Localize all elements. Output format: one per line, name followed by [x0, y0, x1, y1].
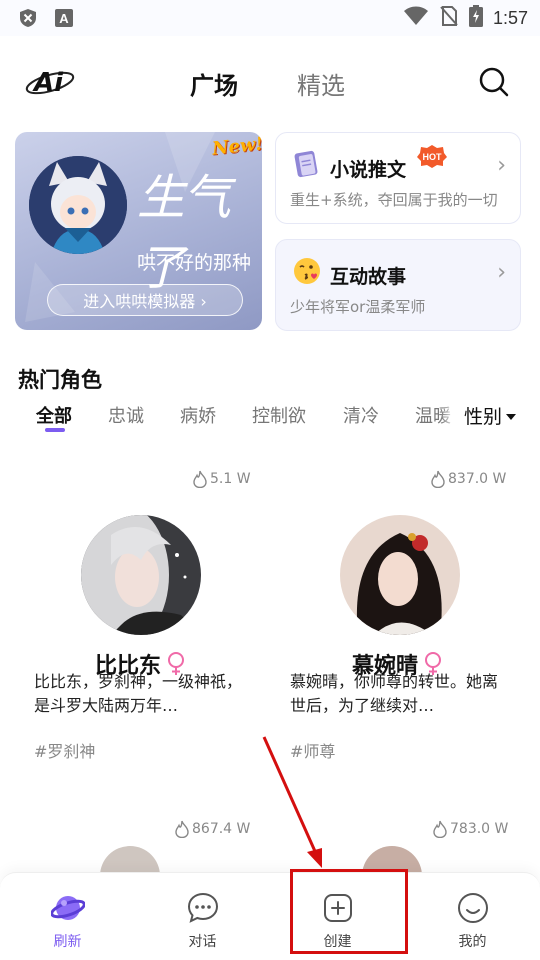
caret-down-icon [506, 404, 517, 426]
kiss-emoji-icon [292, 256, 322, 286]
flame-icon [175, 820, 189, 838]
category-filter-row: 全部 忠诚 病娇 控制欲 清冷 温暖 [0, 398, 540, 438]
shield-icon [18, 8, 38, 32]
chip-yandere[interactable]: 病娇 [180, 402, 216, 428]
active-chip-indicator [45, 428, 65, 432]
nav-refresh[interactable]: 刷新 [0, 873, 135, 960]
novel-card-title: 小说推文 [330, 159, 407, 181]
logo-text: Ai [32, 68, 64, 98]
tab-plaza[interactable]: 广场 [190, 66, 238, 101]
popularity-count: 837.0 W [430, 470, 506, 488]
nav-mine-label: 我的 [458, 934, 487, 950]
svg-text:A: A [59, 11, 69, 26]
chip-warm[interactable]: 温暖 [415, 402, 451, 428]
banner-character-avatar [29, 156, 127, 254]
chip-all[interactable]: 全部 [36, 402, 72, 428]
top-nav: Ai 广场 精选 [0, 50, 540, 114]
chip-possessive[interactable]: 控制欲 [252, 402, 306, 428]
character-card[interactable]: 837.0 W 慕婉晴 慕婉晴，你师尊的转世。她离世后，为了继续对… #师尊 [278, 470, 510, 770]
flame-icon [431, 470, 445, 488]
enter-simulator-button[interactable]: 进入哄哄模拟器 › [47, 284, 243, 316]
character-card[interactable]: 5.1 W 比比东 比比东，罗刹神，一级神祇，是斗罗大陆两万年… #罗刹神 [22, 470, 254, 770]
flame-icon [433, 820, 447, 838]
nav-chat-label: 对话 [188, 934, 217, 950]
banner-subtitle: 哄不好的那种 [137, 252, 252, 274]
nav-refresh-label: 刷新 [53, 934, 82, 950]
wifi-icon [403, 6, 429, 30]
gender-filter-label: 性别 [464, 405, 503, 428]
popularity-value: 867.4 W [192, 821, 251, 837]
banner-title: 生气了 [137, 170, 231, 296]
search-icon[interactable] [478, 66, 512, 100]
nav-chat[interactable]: 对话 [135, 873, 270, 960]
gender-filter-dropdown[interactable]: 性别 [460, 400, 536, 430]
character-avatar [81, 515, 201, 635]
hot-badge: HOT [417, 144, 447, 168]
popularity-count: 783.0 W [432, 820, 508, 838]
character-avatar [340, 515, 460, 635]
smiley-icon [456, 891, 490, 925]
battery-charging-icon [468, 5, 483, 31]
character-tag[interactable]: #师尊 [290, 738, 335, 762]
popularity-count: 5.1 W [192, 470, 251, 488]
novel-card-desc: 重生+系统，夺回属于我的一切 [290, 191, 498, 209]
story-card-title: 互动故事 [330, 266, 407, 288]
planet-icon [49, 891, 86, 925]
status-bar: A 1:57 [0, 0, 540, 36]
novel-recommend-card[interactable]: 小说推文 HOT › 重生+系统，夺回属于我的一切 [275, 132, 521, 224]
enter-simulator-label: 进入哄哄模拟器 › [83, 292, 207, 311]
popularity-value: 783.0 W [450, 821, 509, 837]
popularity-value: 837.0 W [448, 471, 507, 487]
chip-loyal[interactable]: 忠诚 [108, 402, 144, 428]
book-icon [292, 149, 322, 179]
app-logo[interactable]: Ai [24, 64, 76, 102]
coax-simulator-banner[interactable]: New! 生气了 哄不好的那种 进入哄哄模拟器 › [15, 132, 262, 330]
popularity-value: 5.1 W [210, 471, 251, 487]
interactive-story-card[interactable]: 互动故事 › 少年将军or温柔军师 [275, 239, 521, 331]
annotation-highlight-box [290, 869, 408, 954]
flame-icon [193, 470, 207, 488]
character-desc: 比比东，罗刹神，一级神祇，是斗罗大陆两万年… [34, 672, 243, 715]
bottom-nav: 刷新 对话 创建 我的 [0, 872, 540, 960]
popularity-count: 867.4 W [174, 820, 250, 838]
chip-aloof[interactable]: 清冷 [343, 402, 379, 428]
section-title: 热门角色 [18, 368, 102, 392]
chat-bubble-icon [186, 891, 220, 925]
story-card-desc: 少年将军or温柔军师 [290, 298, 426, 316]
character-desc: 慕婉晴，你师尊的转世。她离世后，为了继续对… [290, 672, 499, 715]
character-tag[interactable]: #罗刹神 [34, 738, 95, 762]
svg-text:HOT: HOT [423, 152, 443, 162]
status-time: 1:57 [492, 7, 528, 28]
tab-featured[interactable]: 精选 [297, 66, 345, 101]
app-a-icon: A [54, 8, 74, 32]
chevron-right-icon: › [497, 153, 506, 178]
chevron-right-icon: › [497, 260, 506, 285]
nav-mine[interactable]: 我的 [405, 873, 540, 960]
no-sim-icon [439, 5, 459, 31]
